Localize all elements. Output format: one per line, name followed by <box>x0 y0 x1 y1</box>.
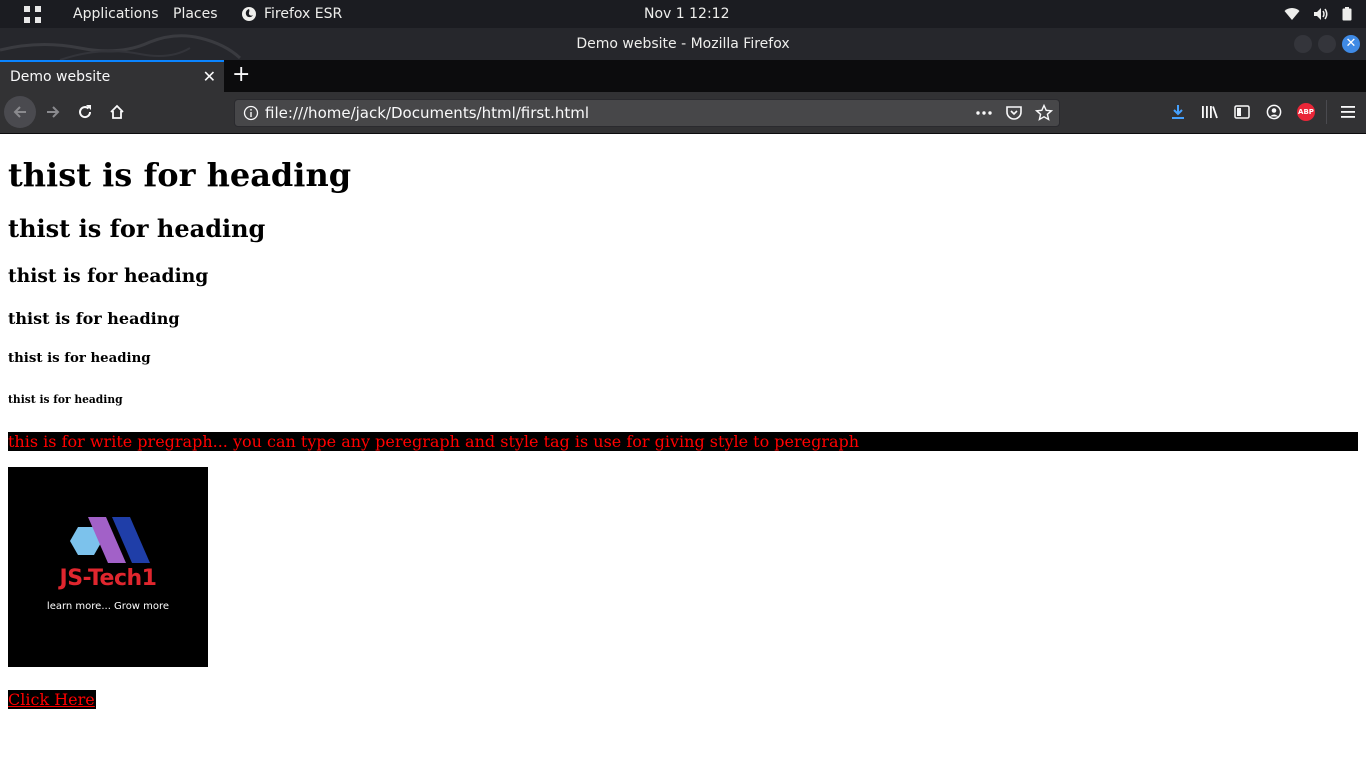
hamburger-menu-icon <box>1341 106 1355 118</box>
battery-icon <box>1342 7 1352 21</box>
heading-5: thist is for heading <box>8 351 151 366</box>
minimize-button[interactable] <box>1294 35 1312 53</box>
heading-6: thist is for heading <box>8 393 123 406</box>
styled-paragraph: this is for write pregraph... you can ty… <box>8 432 1358 451</box>
site-info-icon[interactable] <box>243 105 259 125</box>
applications-menu[interactable]: Applications <box>73 0 159 28</box>
firefox-icon <box>242 7 256 21</box>
library-icon[interactable] <box>1198 100 1222 124</box>
firefox-app-label: Firefox ESR <box>264 6 343 22</box>
logo-title: JS-Tech1 <box>59 566 157 591</box>
window-titlebar[interactable]: Demo website - Mozilla Firefox ✕ <box>0 28 1366 60</box>
close-window-button[interactable]: ✕ <box>1342 35 1360 53</box>
maximize-button[interactable] <box>1318 35 1336 53</box>
tab-strip: Demo website ✕ + <box>0 60 1366 92</box>
reload-icon <box>79 105 92 119</box>
heading-3: thist is for heading <box>8 265 209 287</box>
click-here-link[interactable]: Click Here <box>8 690 96 709</box>
window-controls: ✕ <box>1294 35 1360 53</box>
adblock-plus-icon: ABP <box>1297 103 1315 121</box>
adblock-plus-button[interactable]: ABP <box>1294 100 1318 124</box>
tab-demo-website[interactable]: Demo website ✕ <box>0 60 224 92</box>
downloads-icon[interactable] <box>1166 100 1190 124</box>
back-button[interactable] <box>4 96 36 128</box>
bookmark-star-icon[interactable] <box>1035 104 1053 122</box>
account-icon[interactable] <box>1262 100 1286 124</box>
forward-button[interactable] <box>41 100 65 124</box>
system-tray[interactable] <box>1284 0 1352 28</box>
volume-icon <box>1314 8 1328 20</box>
url-actions <box>975 104 1053 122</box>
heading-1: thist is for heading <box>8 156 352 194</box>
sidebar-icon[interactable] <box>1230 100 1254 124</box>
heading-4: thist is for heading <box>8 309 180 328</box>
js-tech1-logo-image: JS-Tech1 learn more... Grow more <box>8 467 208 667</box>
page-content: thist is for heading thist is for headin… <box>0 134 1366 768</box>
apps-grid-icon[interactable] <box>24 6 41 23</box>
window-title: Demo website - Mozilla Firefox <box>576 36 790 52</box>
navigation-toolbar: file:///home/jack/Documents/html/first.h… <box>0 92 1366 134</box>
clock[interactable]: Nov 1 12:12 <box>644 0 729 28</box>
open-menu-button[interactable] <box>1336 100 1360 124</box>
heading-2: thist is for heading <box>8 214 266 243</box>
close-tab-icon[interactable]: ✕ <box>203 67 216 86</box>
back-arrow-icon <box>13 106 26 118</box>
toolbar-right-icons: ABP <box>1166 100 1318 124</box>
reload-button[interactable] <box>73 100 97 124</box>
new-tab-button[interactable]: + <box>232 63 250 87</box>
toolbar-separator <box>1326 100 1327 124</box>
logo-tagline: learn more... Grow more <box>46 601 170 612</box>
firefox-app-menu[interactable]: Firefox ESR <box>241 0 342 28</box>
home-icon <box>110 104 124 119</box>
page-actions-icon[interactable] <box>975 104 993 122</box>
url-bar[interactable]: file:///home/jack/Documents/html/first.h… <box>234 99 1060 127</box>
url-text[interactable]: file:///home/jack/Documents/html/first.h… <box>265 100 589 126</box>
tab-title: Demo website <box>10 69 111 85</box>
forward-arrow-icon <box>47 106 60 118</box>
places-menu[interactable]: Places <box>173 0 218 28</box>
wifi-icon <box>1284 8 1300 20</box>
home-button[interactable] <box>105 100 129 124</box>
system-top-bar: Applications Places Firefox ESR Nov 1 12… <box>0 0 1366 28</box>
pocket-icon[interactable] <box>1005 104 1023 122</box>
